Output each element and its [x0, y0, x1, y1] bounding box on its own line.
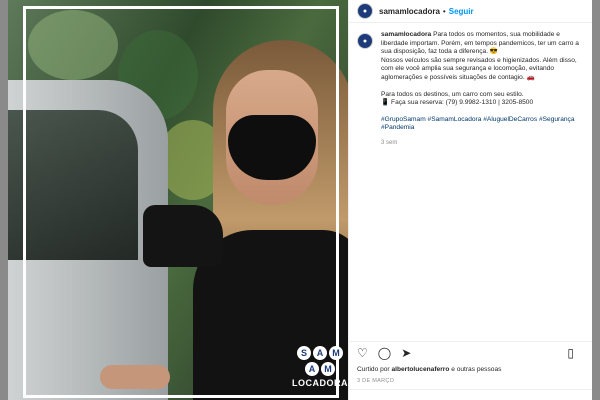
caption-username[interactable]: samamlocadora [381, 31, 431, 38]
caption-text: 📱 Faça sua reserva: (79) 9.9982-1310 | 3… [381, 99, 534, 107]
post-date: 3 DE MARÇO [357, 378, 395, 384]
share-icon[interactable]: ➤ [401, 347, 411, 359]
logo-letter: A [305, 362, 319, 376]
logo-letter: A [313, 346, 327, 360]
bookmark-icon[interactable]: ▯ [567, 347, 574, 359]
samam-logo: S A M A M LOCADORA [292, 345, 348, 400]
caption: samamlocadora Para todos os momentos, su… [381, 31, 584, 341]
caption-text: Nossos veículos são sempre revisados e h… [381, 56, 577, 81]
logo-letter: M [329, 346, 343, 360]
comment-icon[interactable]: ◯ [378, 347, 391, 359]
caption-avatar[interactable]: ● [357, 33, 373, 49]
profile-avatar[interactable]: ● [357, 3, 373, 19]
heart-icon[interactable]: ♡ [357, 347, 368, 359]
logo-text: LOCADORA [292, 378, 348, 388]
liker-username[interactable]: albertolucenaferro [391, 366, 449, 373]
time-ago: 3 sem [381, 139, 398, 146]
caption-area: ● samamlocadora Para todos os momentos, … [349, 23, 592, 341]
white-frame [23, 6, 339, 398]
follow-button[interactable]: Seguir [449, 7, 474, 16]
instagram-post: S A M A M LOCADORA ● samamlocadora • Seg… [8, 0, 592, 400]
post-header: ● samamlocadora • Seguir [349, 0, 592, 23]
likes-prefix: Curtido por [357, 366, 392, 373]
logo-letter: M [321, 362, 335, 376]
logo-letter: S [297, 346, 311, 360]
add-comment-area[interactable] [349, 389, 592, 400]
post-image[interactable]: S A M A M LOCADORA [8, 0, 348, 400]
likes-suffix: e outras pessoas [449, 366, 502, 373]
separator-dot: • [442, 6, 446, 16]
likes-line: Curtido por albertolucenaferro e outras … [349, 364, 592, 375]
username-link[interactable]: samamlocadora [379, 7, 440, 16]
post-sidebar: ● samamlocadora • Seguir ● samamlocadora… [348, 0, 592, 400]
hashtags[interactable]: #GrupoSamam #SamamLocadora #AluguelDeCar… [381, 116, 584, 133]
caption-text: Para todos os destinos, um carro com seu… [381, 90, 524, 98]
action-bar: ♡ ◯ ➤ ▯ [349, 341, 592, 364]
